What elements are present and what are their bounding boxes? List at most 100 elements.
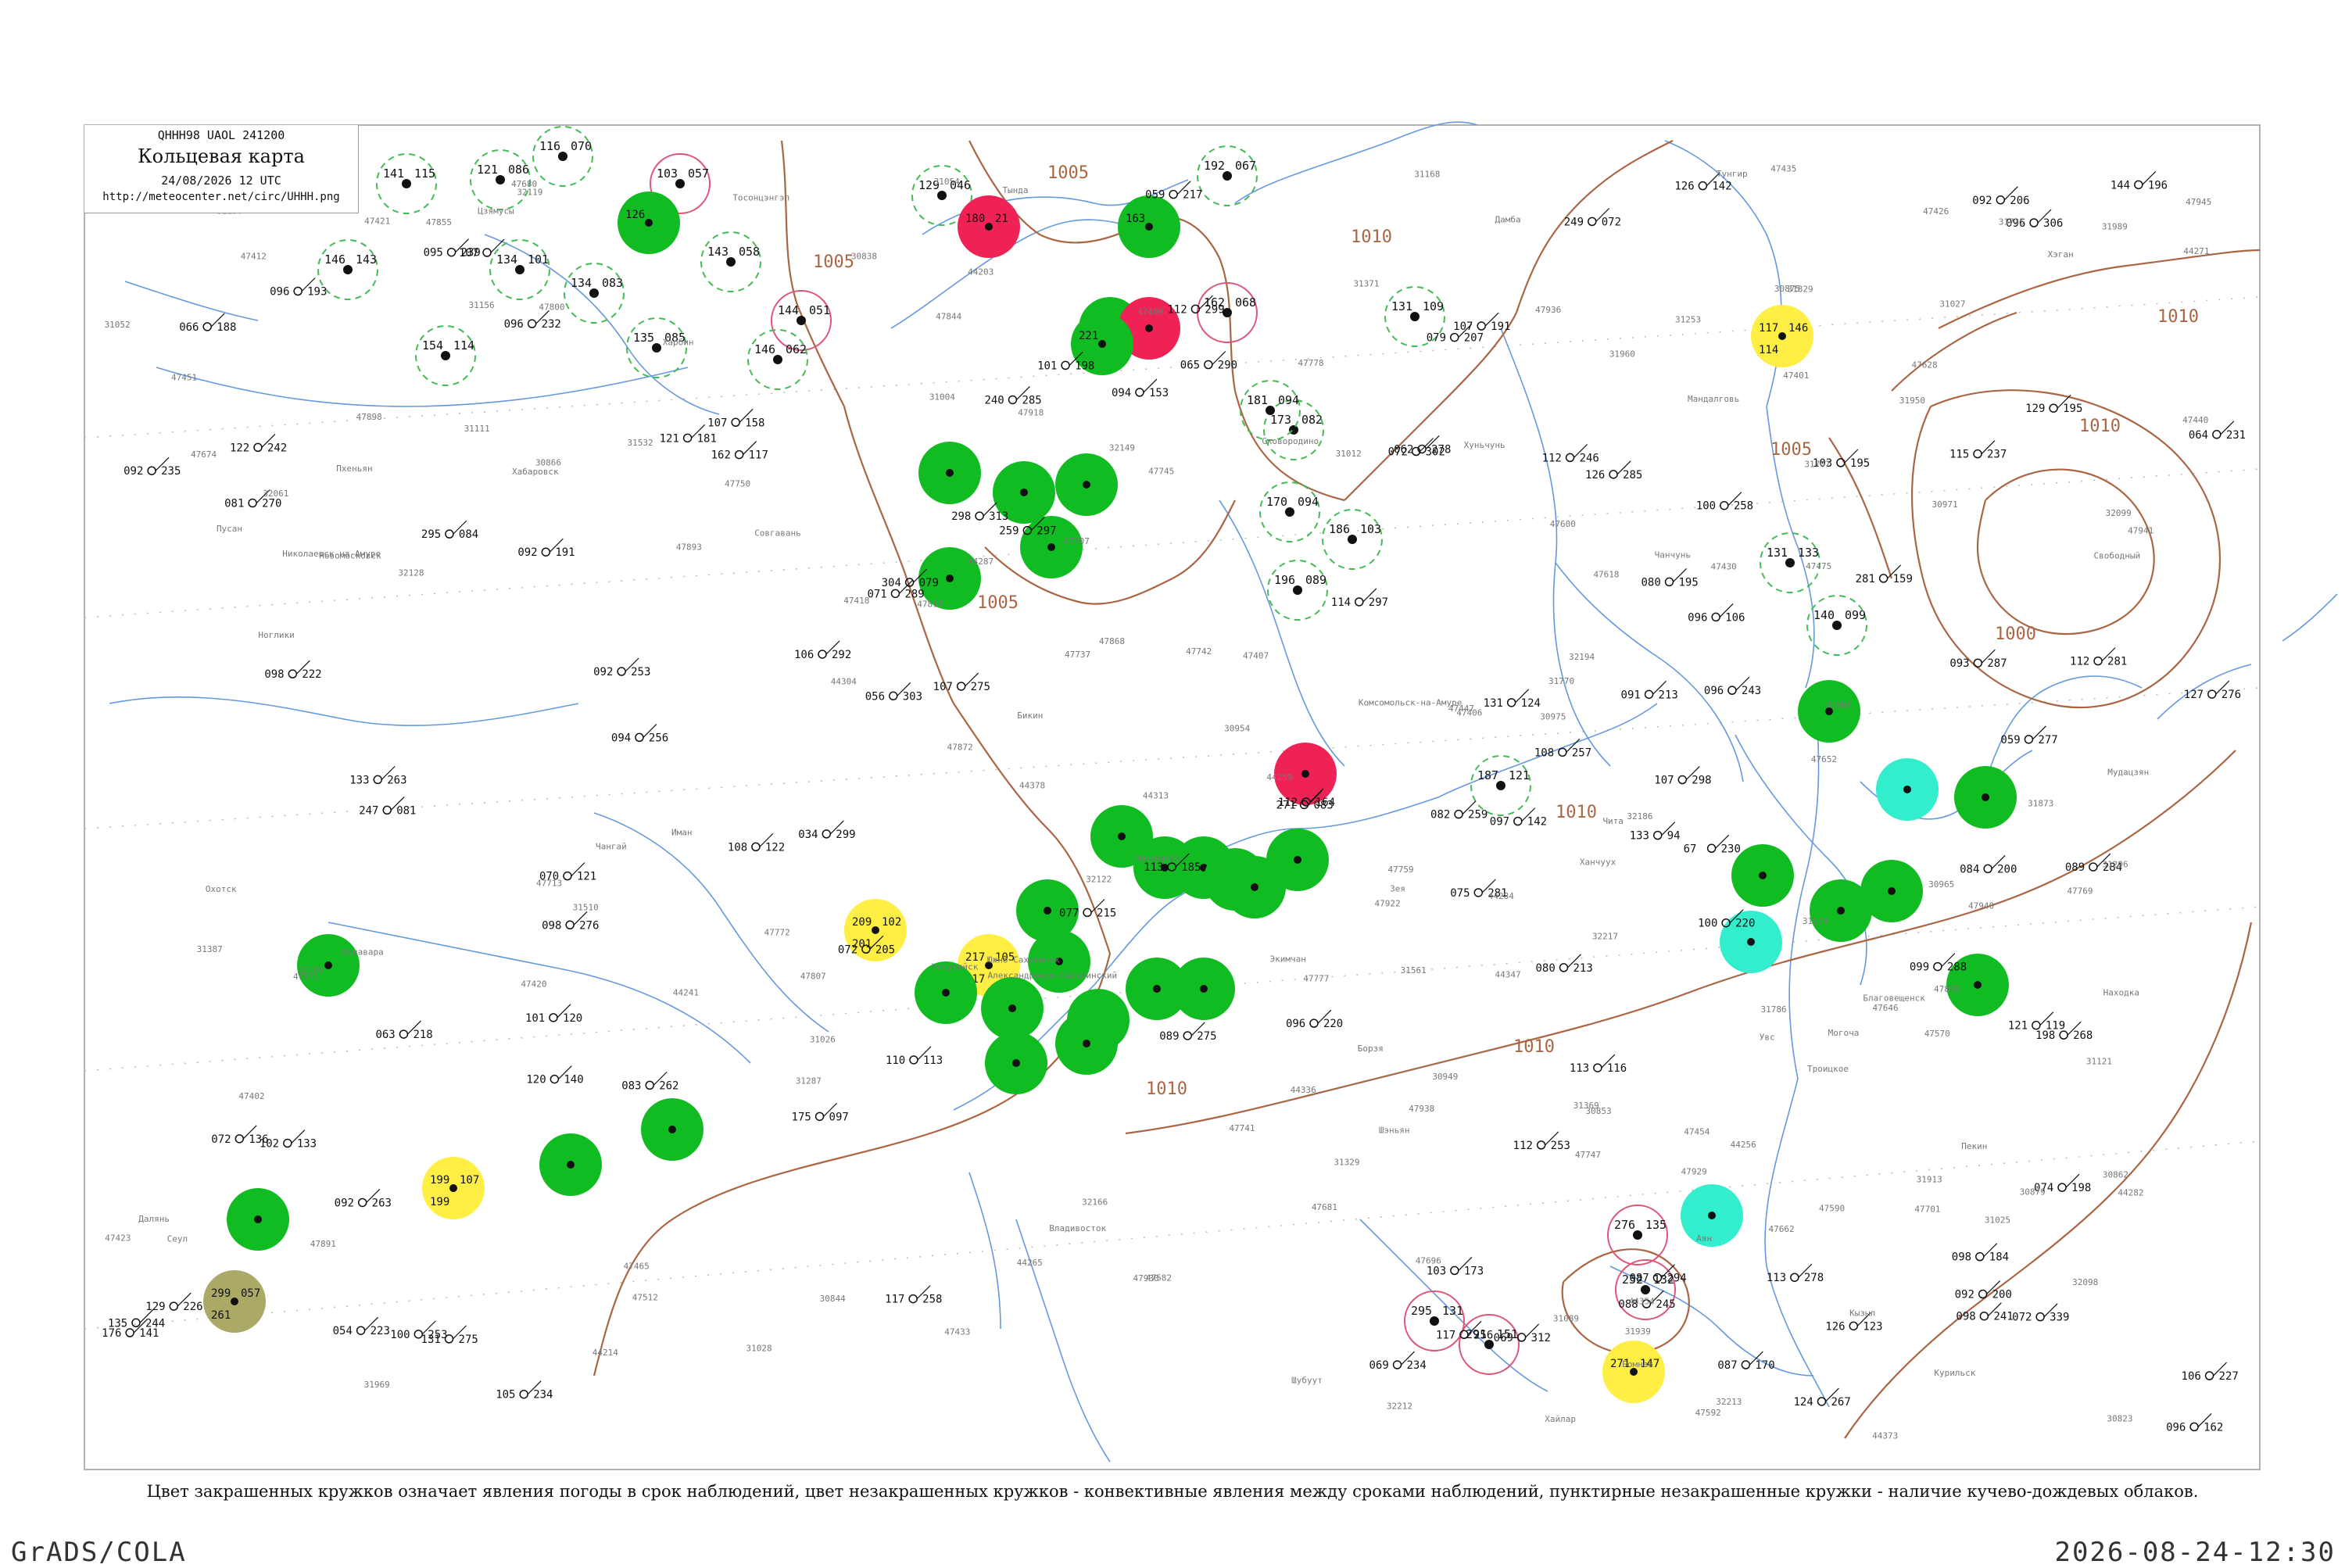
station-index: 31111 <box>464 424 490 434</box>
station-index: 44241 <box>673 987 699 997</box>
station-pressure-value: 257 <box>1572 746 1591 759</box>
station-temp-value: 121 <box>660 432 679 445</box>
station-index: 44313 <box>1143 790 1169 800</box>
place-name: Аян <box>1696 1233 1712 1244</box>
isobar-label: 1000 <box>1995 625 2036 644</box>
station-dot <box>1012 1059 1020 1067</box>
station-index: 31950 <box>1899 396 1925 406</box>
station-temp: 146 <box>754 342 775 356</box>
station-index: 30879 <box>2020 1187 2046 1197</box>
station-temp-value: 082 <box>1430 809 1450 822</box>
station-temp-value: 094 <box>611 732 631 744</box>
station-pressure-value: 267 <box>1831 1396 1850 1409</box>
station-index: 47592 <box>1695 1408 1721 1418</box>
station-temp-value: 114 <box>1331 596 1351 609</box>
station-index: 47652 <box>1811 754 1837 764</box>
station-index: 47407 <box>1243 650 1269 660</box>
station-pressure: 094 <box>1278 393 1299 407</box>
station-temp-value: 102 <box>260 1138 279 1151</box>
station-temp-value: 100 <box>1696 500 1716 513</box>
station-index: 47930 <box>1133 1273 1158 1283</box>
station-temp: 173 <box>1270 413 1291 427</box>
station-temp: 187 <box>1477 768 1498 782</box>
station-index: 47430 <box>1711 561 1737 571</box>
station-pressure-value: 313 <box>989 510 1008 523</box>
station-pressure: 068 <box>1235 295 1256 310</box>
station-index: 44259 <box>1266 772 1292 782</box>
station-index: 32099 <box>2106 508 2132 518</box>
station-pressure: 062 <box>786 342 807 356</box>
place-name: Южно-Сахалинск <box>987 955 1060 965</box>
station-dot <box>1200 985 1208 993</box>
station-temp-value: 112 <box>1278 797 1298 809</box>
station-index: 47808 <box>1934 984 1960 994</box>
station-temp: 180 <box>965 213 985 225</box>
station-index: 32166 <box>1082 1197 1108 1208</box>
station-index: 47769 <box>2067 886 2093 896</box>
place-name: Пхеньян <box>336 464 372 474</box>
place-name: Хайлар <box>1545 1414 1576 1424</box>
station-temp-value: 092 <box>1972 195 1992 207</box>
station-temp-value: 092 <box>335 1197 354 1209</box>
station-pressure-value: 258 <box>922 1294 942 1306</box>
station-temp: 117 <box>1759 322 1778 335</box>
isobar-label: 1010 <box>2157 307 2199 327</box>
station-index: 47871 <box>293 972 319 982</box>
isobar-label: 1010 <box>2079 417 2121 436</box>
station-temp-value: 065 <box>1180 360 1200 372</box>
station-pressure-value: 292 <box>832 649 851 661</box>
station-index: 31168 <box>1414 169 1440 179</box>
station-pressure-value: 262 <box>659 1079 678 1092</box>
station-pressure: 115 <box>414 166 435 181</box>
station-index: 31089 <box>1553 1313 1579 1323</box>
station-pressure-value: 223 <box>371 1325 390 1337</box>
station-pressure: 058 <box>739 245 760 259</box>
station-index: 47423 <box>105 1233 131 1243</box>
station-dot <box>942 989 950 997</box>
station-index: 47941 <box>2128 525 2153 535</box>
place-name: Свободный <box>2093 551 2140 561</box>
station-temp-value: 097 <box>1490 816 1509 829</box>
isobar-label: 1005 <box>977 593 1019 613</box>
station-temp-value: 107 <box>1654 775 1674 787</box>
station-temp-value: 107 <box>933 681 953 693</box>
bulletin-header: QHHH98 UAOL 241200 <box>157 128 285 142</box>
station-index: 47759 <box>1388 865 1414 875</box>
station-dot <box>872 926 879 934</box>
station-pressure-value: 231 <box>2226 429 2246 442</box>
station-pressure: 101 <box>528 252 549 267</box>
place-name: Могоча <box>1828 1028 1860 1038</box>
station-index: 47778 <box>1298 358 1323 368</box>
station-index: 47507 <box>1064 536 1090 546</box>
station-temp: 141 <box>383 166 404 181</box>
station-temp-value: 126 <box>1825 1320 1845 1333</box>
station-dot <box>668 1126 676 1133</box>
station-index: 47628 <box>1912 360 1938 371</box>
station-index: 47418 <box>843 596 869 606</box>
station-temp: 170 <box>1266 495 1287 509</box>
station-dot <box>1888 887 1896 895</box>
station-pressure-value: 124 <box>1521 697 1541 710</box>
place-name: Сковородино <box>1262 436 1319 446</box>
station-index: 47713 <box>536 879 562 889</box>
station-pressure-value: 181 <box>697 432 717 445</box>
station-temp-value: 112 <box>2070 656 2089 668</box>
station-temp-value: 129 <box>145 1301 165 1313</box>
station-pressure-value: 218 <box>413 1029 432 1041</box>
station-temp-value: 080 <box>1642 576 1661 589</box>
station-index: 30965 <box>1928 879 1954 890</box>
station-index: 47819 <box>917 600 943 610</box>
station-temp: 163 <box>1126 213 1145 225</box>
station-pressure-value: 278 <box>1804 1272 1824 1284</box>
station-pressure: 057 <box>688 166 709 181</box>
station-temp-value: 098 <box>1952 1251 1971 1264</box>
station-index: 30862 <box>2103 1169 2128 1180</box>
place-name: Мудацзян <box>2107 768 2149 778</box>
source-url: http://meteocenter.net/circ/UHHH.png <box>102 191 340 203</box>
station-temp: 221 <box>1079 330 1098 342</box>
station-index: 31387 <box>197 944 223 954</box>
station-pressure: 143 <box>356 252 377 267</box>
station-index: 47701 <box>1914 1204 1940 1214</box>
station-temp-value: 144 <box>2110 179 2130 192</box>
station-pressure-value: 241 <box>1993 1311 2013 1323</box>
